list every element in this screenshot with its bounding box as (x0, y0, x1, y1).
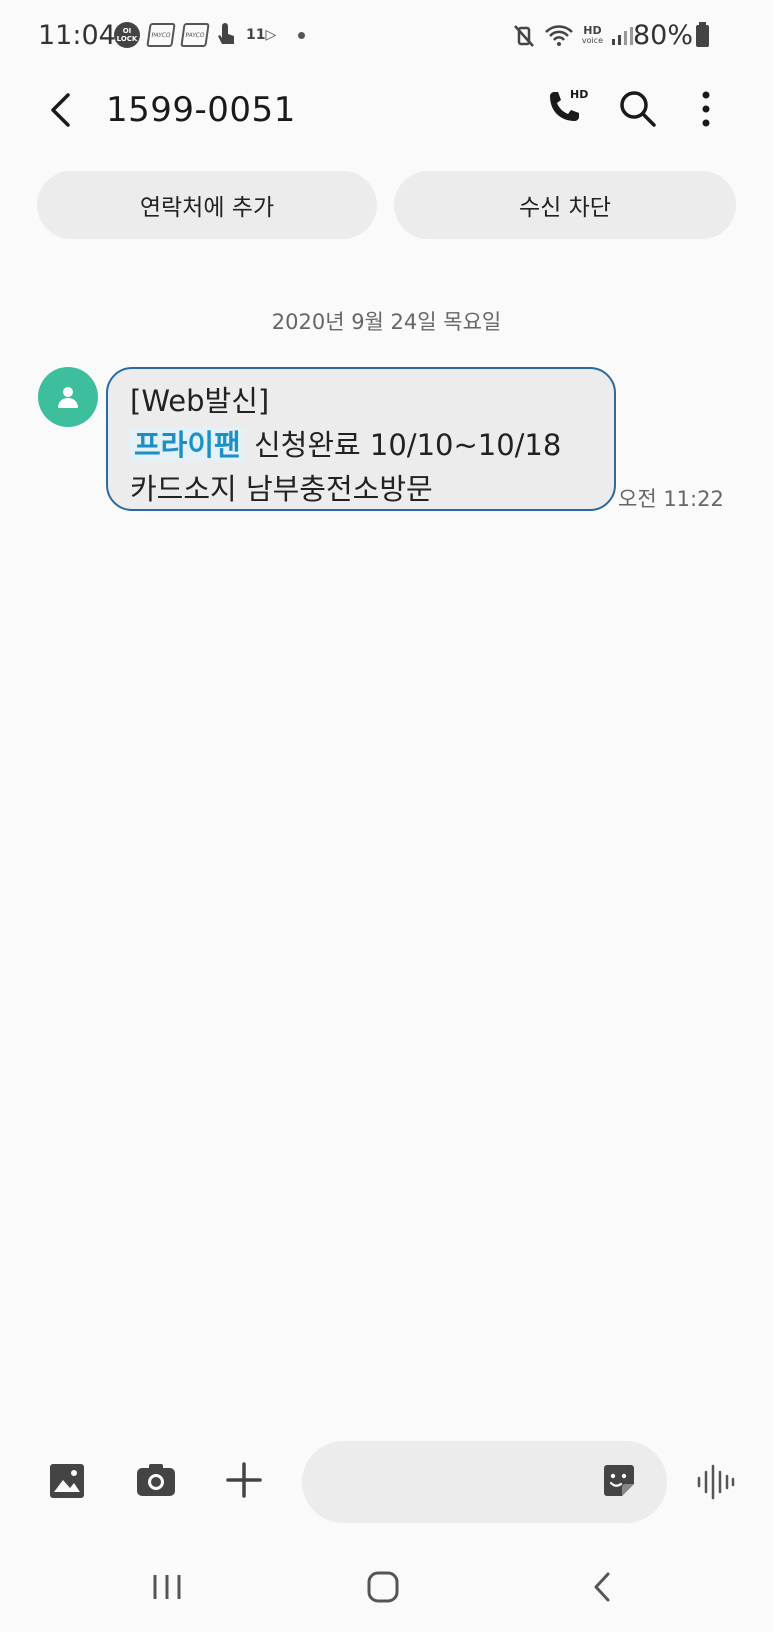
message-bubble[interactable]: [Web발신] 프라이팬 신청완료 10/10~10/18 카드소지 남부충전소… (106, 367, 616, 511)
message-timestamp: 오전 11:22 (618, 487, 724, 511)
system-icons: HD voice (512, 24, 633, 48)
vibrate-mute-icon (513, 25, 534, 47)
search-icon[interactable] (617, 88, 659, 130)
conversation-header: 1599-0051 HD (0, 76, 773, 156)
wifi-icon (544, 25, 573, 46)
battery-icon (696, 22, 709, 47)
status-time: 11:04 (38, 20, 116, 51)
message-line: [Web발신] (130, 384, 270, 418)
add-contact-button[interactable]: 연락처에 추가 (37, 171, 377, 239)
message-line: 카드소지 남부충전소방문 (130, 472, 433, 506)
gallery-icon[interactable] (48, 1462, 86, 1500)
voice-record-icon[interactable] (696, 1464, 736, 1500)
highlighted-text: 프라이팬 (130, 428, 245, 462)
block-number-button[interactable]: 수신 차단 (394, 171, 736, 239)
notification-icons: OI LOCK PAYCO PAYCO 11▷ (114, 22, 306, 48)
nav-back-icon[interactable] (590, 1570, 614, 1604)
status-bar: 11:04 OI LOCK PAYCO PAYCO 11▷ HD voice 80… (0, 0, 773, 76)
hd-call-icon[interactable]: HD (542, 86, 588, 132)
hd-voice-icon: HD voice (581, 24, 603, 45)
signal-icon (612, 27, 633, 45)
attach-plus-icon[interactable] (224, 1460, 264, 1500)
back-arrow-icon (51, 93, 70, 127)
eleven-street-icon: 11▷ (246, 27, 277, 43)
hand-pointer-icon (218, 23, 234, 44)
more-vert-icon[interactable] (694, 88, 718, 130)
avatar[interactable] (38, 367, 98, 427)
battery-percent: 80% (632, 20, 693, 51)
sticker-icon[interactable] (600, 1462, 638, 1500)
svg-text:HD: HD (570, 88, 588, 101)
recent-apps-icon[interactable] (150, 1572, 184, 1602)
payco-icon: PAYCO (180, 23, 210, 47)
camera-icon[interactable] (135, 1462, 177, 1500)
back-button[interactable] (38, 88, 82, 132)
payco-icon: PAYCO (146, 23, 176, 47)
more-notifications-dot (298, 31, 306, 39)
date-separator: 2020년 9월 24일 목요일 (271, 310, 502, 334)
oilock-icon: OI LOCK (114, 22, 140, 48)
page-title: 1599-0051 (106, 90, 296, 130)
person-icon (58, 387, 78, 408)
message-line: 프라이팬 신청완료 10/10~10/18 (130, 423, 592, 467)
home-icon[interactable] (366, 1570, 400, 1604)
